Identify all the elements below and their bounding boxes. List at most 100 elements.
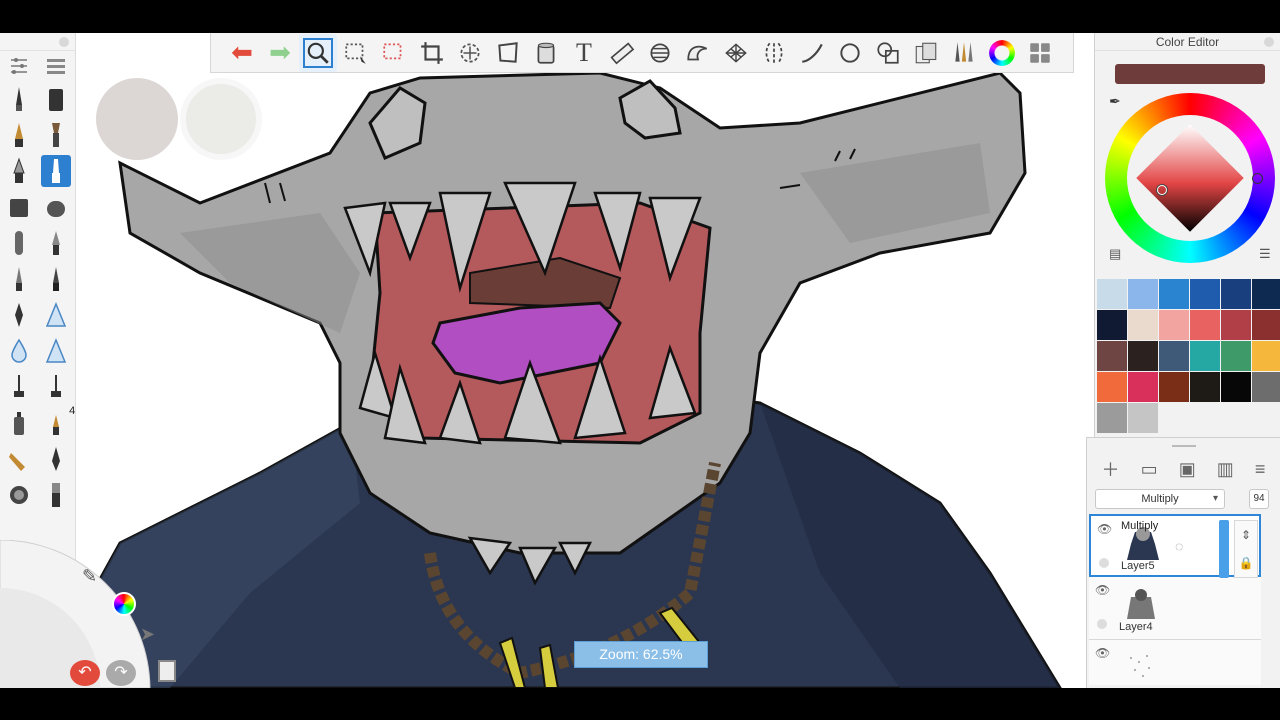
triangle-brush-icon[interactable] (41, 299, 71, 331)
color-swatch[interactable] (1128, 279, 1158, 309)
texture-splatter-icon[interactable] (4, 479, 34, 511)
lasso-selection-icon[interactable] (375, 34, 413, 72)
color-swatch[interactable] (1252, 310, 1280, 340)
airbrush-icon[interactable] (4, 155, 34, 187)
visibility-eye-icon[interactable]: 👁 (1097, 522, 1112, 536)
primary-color-puck[interactable] (96, 78, 178, 160)
color-swatch[interactable] (1159, 341, 1189, 371)
inking-pen-icon[interactable] (41, 155, 72, 187)
brush-settings-icon[interactable] (4, 50, 34, 82)
color-swatch[interactable] (1097, 403, 1127, 433)
symmetry-icon[interactable] (641, 34, 679, 72)
shape-icon[interactable] (869, 34, 907, 72)
undo-lagoon-icon[interactable]: ↶ (70, 660, 100, 686)
lock-icon[interactable]: 🔒 (1239, 556, 1254, 570)
copy-layer-icon[interactable] (907, 34, 945, 72)
brush-lagoon-icon[interactable]: ✎ (82, 566, 104, 588)
text-icon[interactable]: T (565, 34, 603, 72)
color-lagoon-icon[interactable] (112, 592, 136, 616)
ellipse-icon[interactable] (831, 34, 869, 72)
fountain-pen-icon[interactable] (4, 299, 34, 331)
visibility-eye-icon[interactable]: 👁 (1095, 646, 1110, 660)
perspective-icon[interactable] (717, 34, 755, 72)
technical-pen-icon[interactable] (4, 263, 34, 295)
color-swatch[interactable] (1252, 372, 1280, 402)
pin-brush-2-icon[interactable] (41, 371, 71, 403)
color-swatch[interactable] (1221, 279, 1251, 309)
soft-eraser-icon[interactable] (41, 191, 71, 223)
brushes-icon[interactable] (945, 34, 983, 72)
layer-item[interactable]: 👁 (1089, 640, 1261, 685)
smudge-icon[interactable] (4, 227, 34, 259)
ruler-icon[interactable] (603, 34, 641, 72)
color-swatch[interactable] (1221, 341, 1251, 371)
zoom-icon[interactable] (299, 33, 337, 72)
layer-menu-icon[interactable]: ≡ (1255, 459, 1266, 480)
color-swatch[interactable] (1128, 310, 1158, 340)
spray-can-icon[interactable] (4, 407, 34, 439)
blender-icon[interactable] (41, 227, 71, 259)
color-swatch[interactable] (1128, 372, 1158, 402)
opacity-field[interactable]: 94 (1249, 489, 1269, 509)
color-swatch[interactable] (1252, 279, 1280, 309)
felt-tip-icon[interactable] (41, 263, 71, 295)
add-group-icon[interactable]: ▭ (1141, 459, 1158, 480)
marker-icon[interactable] (41, 83, 71, 115)
crop-icon[interactable] (413, 34, 451, 72)
eyedropper-icon[interactable]: ✒ (1109, 93, 1121, 110)
grid-menu-icon[interactable] (1021, 34, 1059, 72)
color-swatch[interactable] (1190, 372, 1220, 402)
redo-lagoon-icon[interactable]: ↷ (106, 660, 136, 686)
calligraphy-pen-icon[interactable] (41, 443, 71, 475)
distort-icon[interactable] (489, 34, 527, 72)
layer-toggle[interactable] (1099, 558, 1109, 568)
panel-grip[interactable] (1087, 438, 1280, 454)
color-swatch[interactable] (1252, 341, 1280, 371)
redo-icon[interactable]: ➡ (261, 34, 299, 72)
transform-icon[interactable] (451, 34, 489, 72)
add-fill-layer-icon[interactable]: ▥ (1217, 459, 1234, 480)
color-swatch[interactable] (1159, 372, 1189, 402)
ballpoint-pen-icon[interactable] (4, 119, 34, 151)
color-swatch[interactable] (1159, 310, 1189, 340)
stroke-icon[interactable] (793, 34, 831, 72)
paint-brush-icon[interactable] (41, 119, 71, 151)
visibility-eye-icon[interactable]: 👁 (1095, 583, 1110, 597)
triangle-brush-2-icon[interactable] (41, 335, 71, 367)
layers-lagoon-icon[interactable] (158, 660, 176, 682)
crayon-icon[interactable] (4, 443, 34, 475)
blend-mode-select[interactable]: Multiply (1095, 489, 1225, 509)
color-swatch[interactable] (1128, 341, 1158, 371)
layer-item[interactable]: 👁 Layer4 (1089, 577, 1261, 640)
hue-handle[interactable] (1252, 173, 1263, 184)
color-swatch[interactable] (1221, 310, 1251, 340)
color-wheel[interactable] (1105, 93, 1275, 263)
layer-toggle[interactable] (1097, 619, 1107, 629)
secondary-color-puck[interactable] (180, 78, 262, 160)
color-swatch[interactable] (1128, 403, 1158, 433)
color-swatch[interactable] (1190, 341, 1220, 371)
layer-opacity-slider[interactable] (1219, 520, 1229, 578)
color-swatch[interactable] (1097, 372, 1127, 402)
french-curve-icon[interactable] (679, 34, 717, 72)
hard-eraser-icon[interactable] (4, 191, 34, 223)
eraser-pen-icon[interactable] (41, 479, 71, 511)
color-wheel-icon[interactable] (983, 34, 1021, 72)
color-picker-handle[interactable] (1157, 185, 1167, 195)
select-lagoon-icon[interactable]: ➤ (140, 624, 155, 645)
undo-icon[interactable]: ⬅ (223, 34, 261, 72)
add-layer-icon[interactable]: ＋ (1102, 456, 1120, 482)
move-layer-icon[interactable]: ⇕ (1241, 528, 1251, 542)
fill-icon[interactable] (527, 34, 565, 72)
water-drop-icon[interactable] (4, 335, 34, 367)
color-swatch[interactable] (1190, 279, 1220, 309)
color-swatch[interactable] (1190, 310, 1220, 340)
add-image-icon[interactable]: ▣ (1179, 459, 1196, 480)
palette-icon[interactable]: ▤ (1109, 246, 1121, 262)
color-editor-close-icon[interactable] (1264, 37, 1274, 47)
color-swatch[interactable] (1097, 279, 1127, 309)
color-swatch[interactable] (1097, 310, 1127, 340)
panel-close-icon[interactable] (59, 37, 69, 47)
color-swatch[interactable] (1097, 341, 1127, 371)
guides-icon[interactable] (755, 34, 793, 72)
